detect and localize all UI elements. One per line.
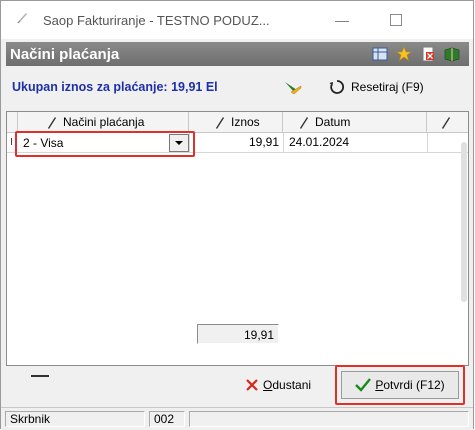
app-feather-icon — [13, 9, 35, 31]
highlight-box — [335, 365, 465, 405]
pencil-icon — [300, 117, 308, 129]
highlight-box — [15, 131, 195, 157]
star-icon[interactable] — [395, 45, 413, 63]
grid-header: Načini plaćanja Iznos Datum — [7, 112, 468, 133]
reset-label: Resetiraj (F9) — [351, 80, 424, 94]
info-row: Ukupan iznos za plaćanje: 19,91 El Reset… — [6, 69, 469, 107]
cell-divider — [427, 132, 428, 152]
vertical-scrollbar[interactable] — [461, 142, 467, 302]
status-extra — [189, 411, 469, 427]
column-header-method[interactable]: Načini plaćanja — [17, 112, 189, 132]
reset-button[interactable]: Resetiraj (F9) — [328, 75, 424, 99]
status-bar: Skrbnik 002 — [1, 407, 473, 430]
payment-grid: Načini plaćanja Iznos Datum I 2 - Visa 1… — [6, 111, 469, 366]
title-bar: Saop Fakturiranje - TESTNO PODUZ... — — [1, 1, 473, 39]
columns-icon[interactable] — [371, 45, 389, 63]
status-user: Skrbnik — [5, 411, 145, 427]
pen-arrow-icon[interactable] — [282, 78, 304, 98]
close-icon — [246, 379, 258, 391]
payment-methods-window: Saop Fakturiranje - TESTNO PODUZ... — Na… — [0, 0, 474, 430]
window-title: Saop Fakturiranje - TESTNO PODUZ... — [43, 12, 270, 28]
cell-divider — [283, 132, 284, 152]
pencil-icon — [48, 117, 56, 129]
pencil-icon — [442, 117, 450, 129]
delete-icon[interactable] — [419, 45, 437, 63]
cancel-button[interactable]: Odustani — [245, 373, 311, 397]
status-code: 002 — [149, 411, 185, 427]
column-header-amount[interactable]: Iznos — [189, 112, 283, 132]
panel-header: Načini plaćanja — [6, 42, 469, 66]
sum-field: 19,91 — [197, 324, 279, 344]
column-header-date[interactable]: Datum — [283, 112, 427, 132]
minus-icon[interactable] — [31, 375, 49, 377]
book-icon[interactable] — [443, 45, 461, 63]
pencil-icon — [216, 117, 224, 129]
date-cell[interactable]: 24.01.2024 — [289, 135, 349, 149]
maximize-button[interactable] — [373, 1, 419, 39]
sum-value: 19,91 — [243, 328, 274, 342]
minimize-button[interactable]: — — [319, 1, 365, 39]
maximize-icon — [390, 14, 402, 26]
panel-title: Načini plaćanja — [10, 45, 120, 63]
total-amount-label: Ukupan iznos za plaćanje: 19,91 El — [12, 80, 218, 94]
column-header-extra[interactable] — [427, 112, 465, 132]
reset-icon — [329, 80, 345, 94]
amount-cell[interactable]: 19,91 — [197, 135, 279, 149]
cancel-label: Odustani — [263, 378, 312, 392]
